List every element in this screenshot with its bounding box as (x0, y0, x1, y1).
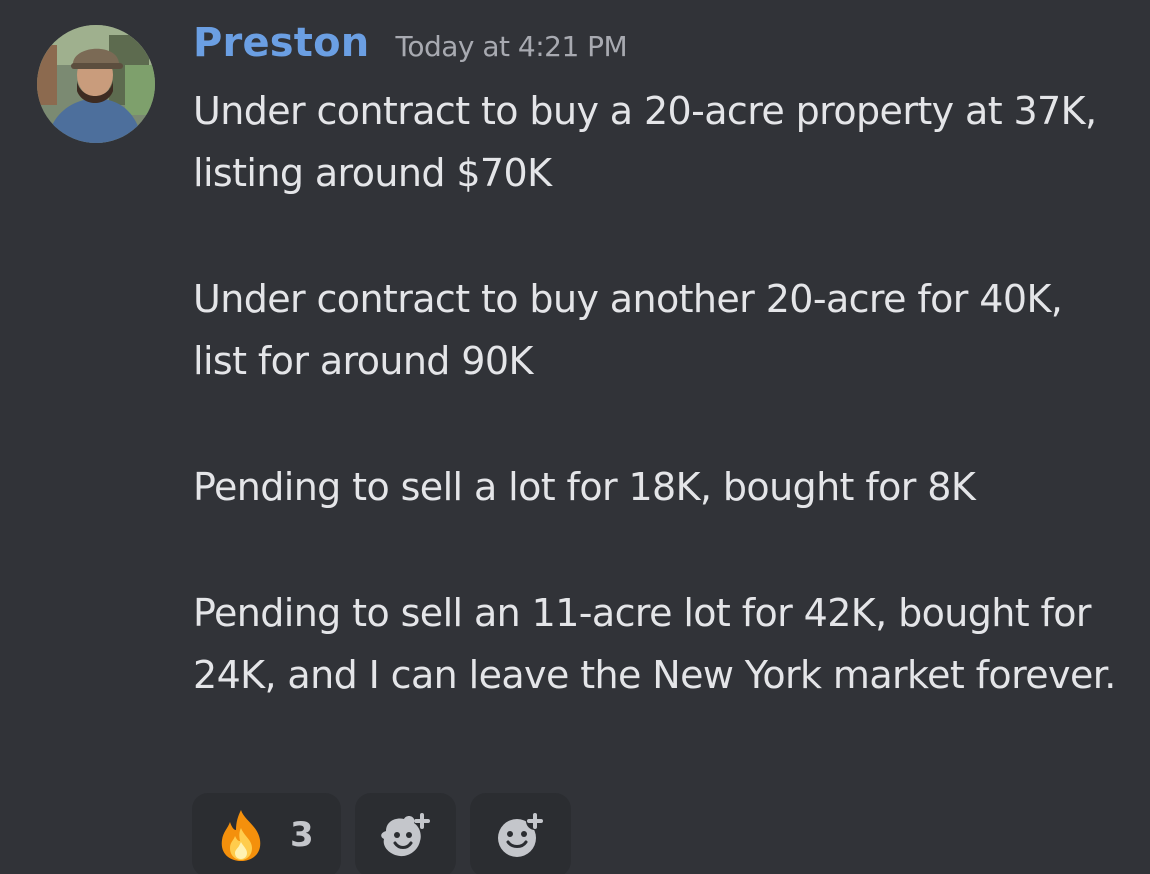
fire-emoji-icon (221, 810, 261, 861)
reaction-count: 3 (290, 815, 314, 855)
message-paragraph: Under contract to buy another 20-acre fo… (193, 277, 1063, 383)
message-paragraph: Under contract to buy a 20-acre property… (193, 89, 1097, 195)
message-header: Preston Today at 4:21 PM (193, 20, 628, 72)
timestamp: Today at 4:21 PM (395, 30, 628, 63)
add-reaction-icon (497, 812, 544, 857)
message-paragraph: Pending to sell a lot for 18K, bought fo… (193, 465, 976, 509)
message-content: Under contract to buy a 20-acre property… (193, 80, 1123, 706)
avatar[interactable] (37, 25, 155, 143)
message-paragraph: Pending to sell an 11-acre lot for 42K, … (193, 591, 1116, 697)
fire-reaction-button[interactable]: 3 (192, 793, 341, 874)
add-super-reaction-button[interactable] (355, 793, 456, 874)
message-view: Preston Today at 4:21 PM Under contract … (0, 0, 1150, 874)
add-super-reaction-icon (380, 813, 430, 857)
add-reaction-button[interactable] (470, 793, 571, 874)
reactions-bar: 3 (192, 793, 571, 874)
username[interactable]: Preston (193, 20, 369, 66)
avatar-photo (37, 25, 155, 143)
